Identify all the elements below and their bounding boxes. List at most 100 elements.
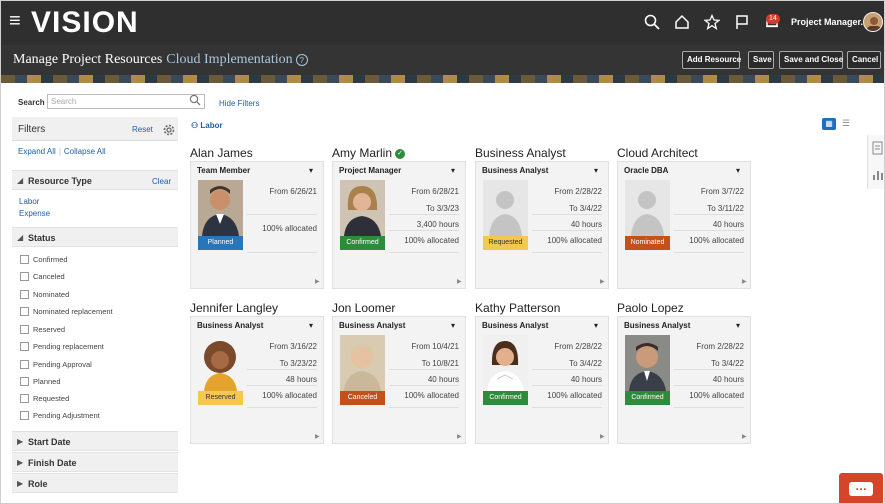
resource-name: Jennifer Langley bbox=[190, 301, 279, 315]
search-placeholder: Search bbox=[51, 97, 77, 106]
status-option[interactable]: Pending Adjustment bbox=[20, 410, 170, 424]
reset-filters-link[interactable]: Reset bbox=[132, 125, 153, 134]
add-resource-button[interactable]: Add Resource bbox=[682, 51, 741, 69]
card-menu-icon[interactable]: ▾ bbox=[309, 166, 313, 175]
status-option[interactable]: Canceled bbox=[20, 271, 170, 285]
save-button[interactable]: Save bbox=[748, 51, 774, 69]
resource-photo bbox=[198, 180, 243, 236]
search-input[interactable]: Search bbox=[47, 94, 205, 109]
search-icon[interactable] bbox=[642, 11, 662, 33]
gear-icon[interactable] bbox=[163, 123, 175, 136]
hours: 40 hours bbox=[570, 220, 602, 229]
start-date: From 10/4/21 bbox=[411, 342, 459, 351]
checkbox[interactable] bbox=[20, 342, 29, 351]
project-name[interactable]: Cloud Implementation bbox=[166, 52, 292, 67]
status-option[interactable]: Pending Approval bbox=[20, 359, 170, 373]
analytics-chart-icon[interactable] bbox=[872, 167, 884, 186]
checkbox[interactable] bbox=[20, 272, 29, 281]
hours: 40 hours bbox=[570, 375, 602, 384]
flag-icon[interactable] bbox=[732, 11, 752, 33]
status-option[interactable]: Requested bbox=[20, 393, 170, 407]
card-menu-icon[interactable]: ▾ bbox=[736, 166, 740, 175]
finish-date-section[interactable]: ▶ Finish Date bbox=[12, 452, 178, 472]
save-and-close-button[interactable]: Save and Close bbox=[779, 51, 843, 69]
resource-type-labor[interactable]: Labor bbox=[19, 197, 39, 206]
card-expand-icon[interactable]: ▶ bbox=[315, 433, 320, 440]
card-menu-icon[interactable]: ▾ bbox=[451, 166, 455, 175]
card-expand-icon[interactable]: ▶ bbox=[315, 278, 320, 285]
user-avatar[interactable] bbox=[863, 12, 883, 32]
checkbox[interactable] bbox=[20, 325, 29, 334]
card-body: Project Manager ▾ Confirmed From 6/28/21… bbox=[332, 161, 466, 289]
checkbox[interactable] bbox=[20, 290, 29, 299]
checkbox[interactable] bbox=[20, 377, 29, 386]
status-section[interactable]: ◢ Status bbox=[12, 227, 178, 247]
divider bbox=[247, 385, 317, 386]
card-menu-icon[interactable]: ▾ bbox=[451, 321, 455, 330]
divider bbox=[389, 385, 459, 386]
checkbox[interactable] bbox=[20, 255, 29, 264]
resource-photo bbox=[483, 335, 528, 391]
checkbox[interactable] bbox=[20, 411, 29, 420]
resource-type-expense[interactable]: Expense bbox=[19, 209, 50, 218]
end-date: To 3/11/22 bbox=[707, 204, 744, 213]
resource-name: Amy Marlin ✓ bbox=[332, 146, 406, 160]
tile-view-toggle[interactable]: ▦ bbox=[822, 118, 836, 130]
placeholder-person-icon bbox=[483, 180, 528, 236]
document-icon[interactable] bbox=[872, 141, 883, 160]
role-section[interactable]: ▶ Role bbox=[12, 473, 178, 493]
chat-button[interactable]: … bbox=[839, 473, 883, 503]
divider bbox=[532, 252, 602, 253]
allocation: 100% allocated bbox=[547, 236, 602, 245]
list-view-toggle[interactable]: ☰ bbox=[842, 118, 854, 130]
help-icon[interactable]: ? bbox=[295, 53, 308, 66]
divider bbox=[532, 385, 602, 386]
checkbox[interactable] bbox=[20, 360, 29, 369]
chat-bubble-icon: … bbox=[849, 480, 873, 496]
labor-filter-chip[interactable]: ⚇ Labor bbox=[191, 121, 223, 130]
card-menu-icon[interactable]: ▾ bbox=[594, 321, 598, 330]
start-date-section[interactable]: ▶ Start Date bbox=[12, 431, 178, 451]
search-label: Search bbox=[18, 98, 45, 107]
hamburger-menu-icon[interactable]: ≡ bbox=[9, 11, 27, 31]
allocation: 100% allocated bbox=[689, 236, 744, 245]
filters-title: Filters bbox=[18, 124, 46, 135]
search-icon[interactable] bbox=[189, 93, 201, 107]
hide-filters-link[interactable]: Hide Filters bbox=[219, 99, 259, 108]
status-option[interactable]: Confirmed bbox=[20, 254, 170, 268]
expand-all-link[interactable]: Expand All bbox=[18, 147, 56, 156]
card-expand-icon[interactable]: ▶ bbox=[600, 278, 605, 285]
status-option[interactable]: Reserved bbox=[20, 324, 170, 338]
card-menu-icon[interactable]: ▾ bbox=[736, 321, 740, 330]
collapse-all-link[interactable]: Collapse All bbox=[64, 147, 106, 156]
card-expand-icon[interactable]: ▶ bbox=[742, 278, 747, 285]
card-menu-icon[interactable]: ▾ bbox=[594, 166, 598, 175]
checkbox[interactable] bbox=[20, 307, 29, 316]
divider bbox=[247, 252, 317, 253]
card-expand-icon[interactable]: ▶ bbox=[457, 278, 462, 285]
resource-role: Team Member bbox=[197, 166, 251, 175]
status-option[interactable]: Pending replacement bbox=[20, 341, 170, 355]
card-expand-icon[interactable]: ▶ bbox=[742, 433, 747, 440]
card-expand-icon[interactable]: ▶ bbox=[457, 433, 462, 440]
resource-role: Business Analyst bbox=[624, 321, 691, 330]
status-option[interactable]: Planned bbox=[20, 376, 170, 390]
checkbox[interactable] bbox=[20, 394, 29, 403]
home-icon[interactable] bbox=[672, 11, 692, 33]
resource-photo bbox=[340, 335, 385, 391]
hours: 40 hours bbox=[712, 375, 744, 384]
card-expand-icon[interactable]: ▶ bbox=[600, 433, 605, 440]
clear-resource-type-link[interactable]: Clear bbox=[152, 177, 171, 186]
filters-panel: Filters Reset Expand All | Collapse All ◢ … bbox=[12, 117, 178, 497]
resource-type-section[interactable]: ◢ Resource Type Clear bbox=[12, 170, 178, 190]
section-title: Status bbox=[28, 233, 56, 243]
status-option[interactable]: Nominated bbox=[20, 289, 170, 303]
divider bbox=[532, 214, 602, 215]
favorites-star-icon[interactable] bbox=[702, 11, 722, 33]
cancel-button[interactable]: Cancel bbox=[847, 51, 881, 69]
end-date: To 3/4/22 bbox=[569, 204, 602, 213]
side-panel-tabs bbox=[867, 135, 884, 189]
app-logo[interactable]: VISION bbox=[31, 6, 139, 40]
card-menu-icon[interactable]: ▾ bbox=[309, 321, 313, 330]
status-option[interactable]: Nominated replacement bbox=[20, 306, 170, 320]
